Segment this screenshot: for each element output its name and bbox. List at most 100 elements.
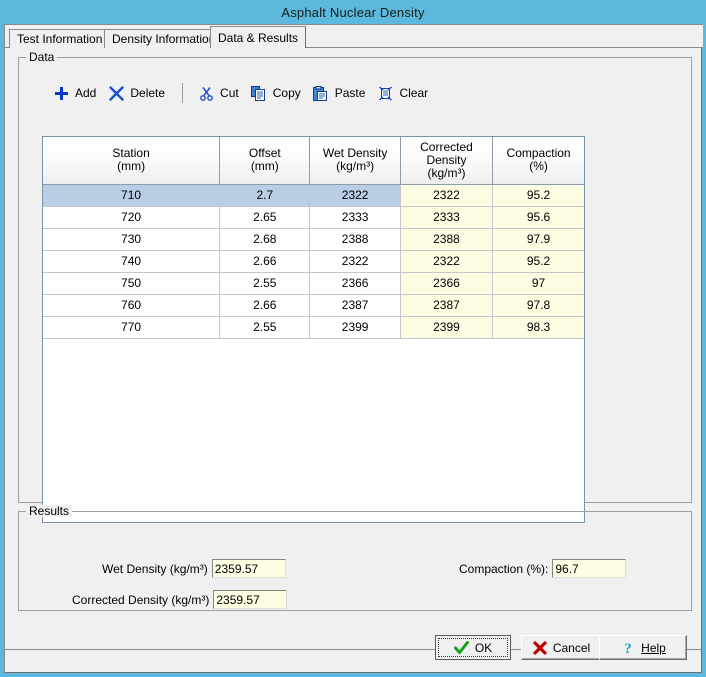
clipboard-icon <box>312 84 330 102</box>
table-row[interactable]: 740 2.66 2322 2322 95.2 <box>43 250 584 272</box>
paste-button[interactable]: Paste <box>309 80 374 106</box>
column-unit: (kg/m³) <box>403 167 490 180</box>
cell-offset[interactable]: 2.7 <box>220 184 310 206</box>
dialog-window: Asphalt Nuclear Density Test Information… <box>0 0 706 677</box>
table-row[interactable]: 750 2.55 2366 2366 97 <box>43 272 584 294</box>
clear-button-label: Clear <box>399 86 428 100</box>
cancel-button[interactable]: Cancel <box>521 635 601 660</box>
cell-compaction: 95.2 <box>493 184 584 206</box>
tab-label: Data & Results <box>218 31 298 45</box>
column-header-station[interactable]: Station (mm) <box>43 137 220 184</box>
red-x-icon <box>532 640 548 656</box>
data-grid-header: Station (mm) Offset (mm) Wet Density (kg… <box>43 137 584 184</box>
toolbar-separator <box>182 83 183 103</box>
cell-station[interactable]: 710 <box>43 184 220 206</box>
wet-density-field[interactable]: 2359.57 <box>212 559 286 578</box>
cell-corrected-density: 2366 <box>400 272 492 294</box>
dialog-button-bar: OK Cancel ? Help <box>4 649 702 673</box>
column-unit: (mm) <box>45 160 217 173</box>
column-header-compaction[interactable]: Compaction (%) <box>493 137 584 184</box>
column-header-corrected-density[interactable]: Corrected Density (kg/m³) <box>400 137 492 184</box>
tab-test-information[interactable]: Test Information <box>9 29 110 48</box>
add-button[interactable]: Add <box>49 80 104 106</box>
corrected-density-field[interactable]: 2359.57 <box>213 590 287 609</box>
cell-compaction: 97 <box>493 272 584 294</box>
scissors-icon <box>197 84 215 102</box>
column-unit: (mm) <box>222 160 307 173</box>
data-grid-table: Station (mm) Offset (mm) Wet Density (kg… <box>43 137 584 339</box>
cut-button[interactable]: Cut <box>194 80 247 106</box>
table-row[interactable]: 770 2.55 2399 2399 98.3 <box>43 316 584 338</box>
tab-density-information[interactable]: Density Information <box>104 29 223 48</box>
column-unit: (kg/m³) <box>312 160 397 173</box>
cell-wet-density[interactable]: 2399 <box>310 316 400 338</box>
compaction-field[interactable]: 96.7 <box>552 559 626 578</box>
delete-button[interactable]: Delete <box>104 80 173 106</box>
corrected-density-label: Corrected Density (kg/m³) <box>72 593 209 607</box>
results-group-label: Results <box>26 505 72 517</box>
svg-text:?: ? <box>624 641 632 655</box>
cell-compaction: 95.6 <box>493 206 584 228</box>
tab-strip: Test Information Density Information Dat… <box>5 25 703 48</box>
table-row[interactable]: 710 2.7 2322 2322 95.2 <box>43 184 584 206</box>
clear-document-icon <box>376 84 394 102</box>
cell-station[interactable]: 720 <box>43 206 220 228</box>
results-group-box: Results Wet Density (kg/m³) 2359.57 Corr… <box>18 511 692 611</box>
cell-offset[interactable]: 2.55 <box>220 316 310 338</box>
cell-wet-density[interactable]: 2333 <box>310 206 400 228</box>
data-group-box: Data Add <box>18 57 692 503</box>
cell-offset[interactable]: 2.66 <box>220 294 310 316</box>
tab-label: Test Information <box>17 32 102 46</box>
column-header-offset[interactable]: Offset (mm) <box>220 137 310 184</box>
column-header-wet-density[interactable]: Wet Density (kg/m³) <box>310 137 400 184</box>
cell-wet-density[interactable]: 2322 <box>310 184 400 206</box>
cell-offset[interactable]: 2.66 <box>220 250 310 272</box>
dialog-client-area: Test Information Density Information Dat… <box>4 24 702 649</box>
table-row[interactable]: 720 2.65 2333 2333 95.6 <box>43 206 584 228</box>
wet-density-label: Wet Density (kg/m³) <box>102 562 208 576</box>
cell-wet-density[interactable]: 2366 <box>310 272 400 294</box>
paste-button-label: Paste <box>335 86 366 100</box>
green-check-icon <box>454 640 470 656</box>
title-bar: Asphalt Nuclear Density <box>0 0 706 24</box>
cell-station[interactable]: 750 <box>43 272 220 294</box>
compaction-label: Compaction (%): <box>459 562 548 576</box>
copy-button[interactable]: Copy <box>247 80 309 106</box>
cell-station[interactable]: 770 <box>43 316 220 338</box>
wet-density-result-row: Wet Density (kg/m³) 2359.57 <box>102 559 286 578</box>
cell-wet-density[interactable]: 2387 <box>310 294 400 316</box>
cell-station[interactable]: 760 <box>43 294 220 316</box>
add-button-label: Add <box>75 86 96 100</box>
cell-corrected-density: 2322 <box>400 250 492 272</box>
cell-station[interactable]: 740 <box>43 250 220 272</box>
cell-wet-density[interactable]: 2322 <box>310 250 400 272</box>
help-button[interactable]: ? Help <box>599 635 687 660</box>
compaction-result-row: Compaction (%): 96.7 <box>459 559 626 578</box>
cell-compaction: 95.2 <box>493 250 584 272</box>
cancel-button-label: Cancel <box>553 641 590 655</box>
table-row[interactable]: 760 2.66 2387 2387 97.8 <box>43 294 584 316</box>
cell-offset[interactable]: 2.65 <box>220 206 310 228</box>
cell-compaction: 97.9 <box>493 228 584 250</box>
tab-label: Density Information <box>112 32 215 46</box>
cell-corrected-density: 2322 <box>400 184 492 206</box>
column-title: Corrected Density <box>403 141 490 167</box>
cell-offset[interactable]: 2.55 <box>220 272 310 294</box>
cell-corrected-density: 2388 <box>400 228 492 250</box>
table-row[interactable]: 730 2.68 2388 2388 97.9 <box>43 228 584 250</box>
cell-corrected-density: 2387 <box>400 294 492 316</box>
clear-button[interactable]: Clear <box>373 80 436 106</box>
cell-wet-density[interactable]: 2388 <box>310 228 400 250</box>
cell-compaction: 97.8 <box>493 294 584 316</box>
ok-button-label: OK <box>475 641 492 655</box>
tab-data-and-results[interactable]: Data & Results <box>210 26 306 48</box>
data-group-label: Data <box>26 51 57 63</box>
window-title: Asphalt Nuclear Density <box>281 5 424 20</box>
ok-button[interactable]: OK <box>435 635 511 660</box>
x-cross-icon <box>107 84 125 102</box>
focus-ring <box>438 638 508 657</box>
copy-button-label: Copy <box>273 86 301 100</box>
cell-offset[interactable]: 2.68 <box>220 228 310 250</box>
cell-station[interactable]: 730 <box>43 228 220 250</box>
data-grid[interactable]: Station (mm) Offset (mm) Wet Density (kg… <box>42 136 585 523</box>
